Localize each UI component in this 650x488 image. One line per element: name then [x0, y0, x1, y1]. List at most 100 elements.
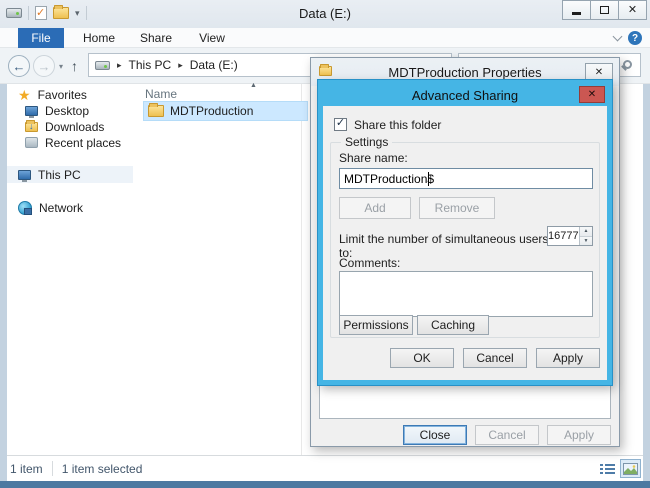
breadcrumb-arrow-icon[interactable]: ▸ [117, 60, 122, 71]
sharing-apply-button[interactable]: Apply [536, 348, 600, 368]
ok-button[interactable]: OK [390, 348, 454, 368]
sharing-dialog-buttons: OK Cancel Apply [390, 348, 600, 368]
search-icon [623, 60, 632, 69]
properties-cancel-button: Cancel [475, 425, 539, 445]
help-icon[interactable]: ? [628, 31, 642, 45]
add-button: Add [339, 197, 411, 219]
share-name-input[interactable] [339, 168, 593, 189]
settings-group: Settings Share name: Add Remove Limit th… [330, 142, 600, 338]
sharing-close-button[interactable]: ✕ [579, 86, 605, 103]
maximize-icon [600, 6, 609, 14]
tab-view[interactable]: View [190, 28, 234, 48]
forward-button[interactable]: → [33, 55, 55, 77]
sidebar-label: Desktop [45, 104, 89, 118]
properties-close-button[interactable]: ✕ [585, 63, 613, 81]
share-this-folder-checkbox[interactable]: ✓ [334, 118, 347, 131]
folder-icon [319, 66, 332, 76]
window-frame-bottom [0, 481, 650, 488]
breadcrumb-data-e[interactable]: Data (E:) [190, 58, 238, 72]
ribbon-tab-bar: File Home Share View ? [0, 28, 650, 48]
file-name: MDTProduction [170, 104, 253, 118]
sidebar-item-network[interactable]: Network [7, 199, 133, 216]
properties-dialog-buttons: Close Cancel Apply [403, 425, 611, 445]
desktop-icon [25, 106, 38, 116]
advanced-sharing-dialog: Advanced Sharing ✕ ✓ Share this folder S… [318, 80, 612, 385]
ribbon-expand-icon[interactable] [613, 33, 621, 41]
sharing-cancel-button[interactable]: Cancel [463, 348, 527, 368]
sharing-dialog-title: Advanced Sharing [323, 84, 607, 106]
caching-button[interactable]: Caching [417, 315, 489, 335]
window-frame-right [643, 84, 650, 481]
favorites-star-icon: ★ [18, 88, 31, 102]
settings-group-label: Settings [341, 135, 392, 149]
recent-places-icon [25, 137, 38, 148]
comments-label: Comments: [339, 256, 400, 270]
user-limit-value[interactable]: 16777 [548, 227, 579, 245]
spinner-buttons: ▲ ▼ [579, 227, 592, 245]
folder-icon [148, 105, 164, 117]
caption-buttons: ✕ [563, 0, 647, 20]
drive-icon [95, 61, 110, 70]
sidebar-label: Network [39, 201, 83, 215]
spinner-down-icon[interactable]: ▼ [580, 237, 592, 246]
close-button[interactable]: ✕ [618, 0, 647, 20]
properties-close-action-button[interactable]: Close [403, 425, 467, 445]
up-button[interactable]: ↑ [71, 58, 78, 74]
sidebar-label: Downloads [45, 120, 104, 134]
comments-textarea[interactable] [339, 271, 593, 317]
properties-apply-button: Apply [547, 425, 611, 445]
sort-ascending-icon: ▲ [250, 82, 257, 89]
share-name-label: Share name: [339, 151, 408, 165]
minimize-button[interactable] [562, 0, 591, 20]
details-view-icon [600, 463, 615, 475]
spinner-up-icon[interactable]: ▲ [580, 227, 592, 237]
back-button[interactable]: ← [8, 55, 30, 77]
download-arrow-icon: ↓ [29, 121, 34, 131]
breadcrumb-arrow-icon[interactable]: ▸ [178, 60, 183, 71]
view-switcher [598, 460, 640, 477]
share-this-folder-label: Share this folder [354, 118, 441, 132]
details-view-button[interactable] [598, 460, 617, 477]
sidebar-label: Recent places [45, 136, 121, 150]
tab-file[interactable]: File [18, 28, 64, 48]
status-separator [52, 461, 53, 476]
close-icon: ✕ [588, 89, 596, 100]
properties-dialog-title: MDTProduction Properties [388, 65, 541, 80]
checkmark-icon: ✓ [336, 118, 345, 129]
close-icon: ✕ [595, 67, 603, 78]
tab-share[interactable]: Share [132, 28, 180, 48]
sidebar-item-desktop[interactable]: Desktop [7, 102, 133, 119]
file-row-mdtproduction[interactable]: MDTProduction [143, 101, 308, 121]
sidebar-item-this-pc[interactable]: This PC [7, 166, 133, 183]
column-separator [301, 84, 302, 455]
maximize-button[interactable] [590, 0, 619, 20]
item-count: 1 item [10, 462, 43, 476]
sidebar-label: Favorites [38, 88, 87, 102]
user-limit-spinner: 16777 ▲ ▼ [547, 226, 593, 246]
thumbnail-view-icon [623, 463, 638, 475]
explorer-window: ✓ ▾ Data (E:) ✕ File Home Share View ? ←… [0, 0, 650, 488]
selection-count: 1 item selected [62, 462, 143, 476]
sidebar-label: This PC [38, 168, 81, 182]
close-icon: ✕ [628, 5, 637, 16]
recent-locations-icon[interactable]: ▾ [59, 62, 63, 71]
titlebar: ✓ ▾ Data (E:) ✕ [0, 0, 650, 28]
tab-home[interactable]: Home [76, 28, 122, 48]
remove-button: Remove [419, 197, 495, 219]
text-caret [428, 172, 429, 186]
column-header-name[interactable]: Name [145, 87, 177, 101]
this-pc-icon [18, 170, 31, 180]
sidebar-item-favorites[interactable]: ★ Favorites [7, 86, 133, 103]
minimize-icon [572, 12, 581, 15]
window-title: Data (E:) [0, 6, 650, 21]
permissions-button[interactable]: Permissions [339, 315, 413, 335]
breadcrumb-this-pc[interactable]: This PC [129, 58, 172, 72]
window-frame-left [0, 84, 7, 481]
sidebar-item-recent-places[interactable]: Recent places [7, 134, 133, 151]
sidebar-item-downloads[interactable]: ↓ Downloads [7, 118, 133, 135]
network-icon [18, 201, 32, 215]
downloads-icon: ↓ [25, 122, 38, 132]
navigation-pane: ★ Favorites Desktop ↓ Downloads Recent p… [7, 84, 133, 455]
status-bar: 1 item 1 item selected [0, 455, 650, 481]
thumbnail-view-button[interactable] [621, 460, 640, 477]
